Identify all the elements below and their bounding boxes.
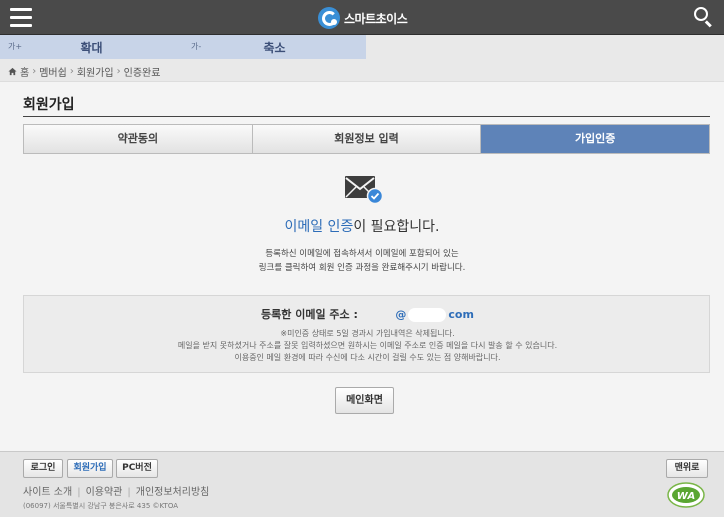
registered-email-row: 등록한 이메일 주소 : @ com	[24, 306, 711, 322]
breadcrumb-home[interactable]: 홈	[20, 64, 29, 79]
redacted-email-blur	[408, 308, 447, 322]
breadcrumb-separator: ›	[116, 66, 121, 77]
page-title: 회원가입	[23, 97, 75, 113]
logo-icon	[318, 7, 340, 29]
enlarge-button[interactable]: 가+ 확대	[0, 35, 183, 59]
verification-description-line1: 등록하신 이메일에 접속하셔서 이메일에 포함되어 있는	[265, 249, 459, 259]
footer-link-about[interactable]: 사이트 소개	[23, 487, 72, 498]
shrink-label: 축소	[263, 41, 286, 55]
delay-notice: 이용중인 메일 환경에 따라 수신에 다소 시간이 걸릴 수도 있는 점 양해바…	[234, 353, 501, 362]
breadcrumb-separator: ›	[69, 66, 74, 77]
scroll-top-button[interactable]: 맨위로	[666, 459, 708, 478]
breadcrumb-item-signup[interactable]: 회원가입	[77, 64, 114, 79]
home-icon	[8, 67, 17, 76]
footer-link-privacy[interactable]: 개인정보처리방침	[136, 487, 210, 498]
footer: 로그인 회원가입 PC버전 맨위로 사이트 소개 | 이용약관 | 개인정보처리방침 (…	[0, 451, 724, 517]
main-content: 회원가입 약관동의 회원정보 입력 가입인증 이메일 인증이 필요합니다. 등록…	[0, 81, 724, 451]
email-check-icon	[345, 176, 384, 205]
breadcrumb-item-complete: 인증완료	[123, 68, 161, 79]
step-member-info: 회원정보 입력	[252, 125, 482, 153]
pc-version-button[interactable]: PC버전	[116, 459, 158, 478]
step-verification: 가입인증	[481, 125, 710, 153]
top-navigation-bar: 스마트초이스	[0, 0, 724, 35]
registered-email-label: 등록한 이메일 주소 :	[261, 308, 358, 321]
logo-text: 스마트초이스	[344, 11, 408, 26]
footer-link-terms[interactable]: 이용약관	[86, 487, 123, 498]
signup-steps: 약관동의 회원정보 입력 가입인증	[23, 124, 710, 154]
verification-heading-highlight: 이메일 인증	[284, 219, 354, 235]
email-domain-suffix: com	[448, 308, 474, 321]
email-at-sign: @	[395, 308, 407, 321]
login-button[interactable]: 로그인	[23, 459, 63, 478]
site-logo[interactable]: 스마트초이스	[318, 6, 408, 30]
verification-heading: 이메일 인증이 필요합니다.	[0, 216, 724, 236]
breadcrumb-item-membership[interactable]: 멤버쉽	[39, 64, 67, 79]
web-accessibility-badge-icon: WA	[667, 482, 705, 508]
footer-address: (06097) 서울특별시 강남구 봉은사로 435 ©KTOA	[23, 502, 178, 510]
shrink-button[interactable]: 가- 축소	[183, 35, 366, 59]
breadcrumb: 홈 › 멤버쉽 › 회원가입 › 인증완료	[8, 64, 160, 79]
title-divider	[23, 116, 710, 117]
enlarge-label: 확대	[80, 41, 103, 55]
email-info-box: 등록한 이메일 주소 : @ com ※미인증 상태로 5일 경과시 가입내역은 …	[23, 295, 710, 373]
step-terms: 약관동의	[24, 125, 253, 153]
main-page-button[interactable]: 메인화면	[335, 387, 394, 414]
hamburger-menu-icon[interactable]	[10, 8, 32, 27]
expiry-notice: ※미인증 상태로 5일 경과시 가입내역은 삭제됩니다.	[280, 329, 455, 338]
footer-links: 사이트 소개 | 이용약관 | 개인정보처리방침	[23, 487, 210, 498]
resend-notice: 메일을 받지 못하셨거나 주소를 잘못 입력하셨으면 원하시는 이메일 주소로 …	[177, 341, 558, 350]
wa-badge-text: WA	[677, 491, 695, 502]
verification-heading-rest: 이 필요합니다.	[353, 219, 440, 235]
search-icon[interactable]	[694, 7, 714, 28]
join-button[interactable]: 회원가입	[67, 459, 113, 478]
verification-description-line2: 링크를 클릭하여 회원 인증 과정을 완료해주시기 바랍니다.	[258, 263, 466, 273]
zoom-controls: 가+ 확대 가- 축소	[0, 35, 366, 59]
registered-email-address: @ com	[395, 308, 474, 322]
breadcrumb-separator: ›	[32, 66, 37, 77]
